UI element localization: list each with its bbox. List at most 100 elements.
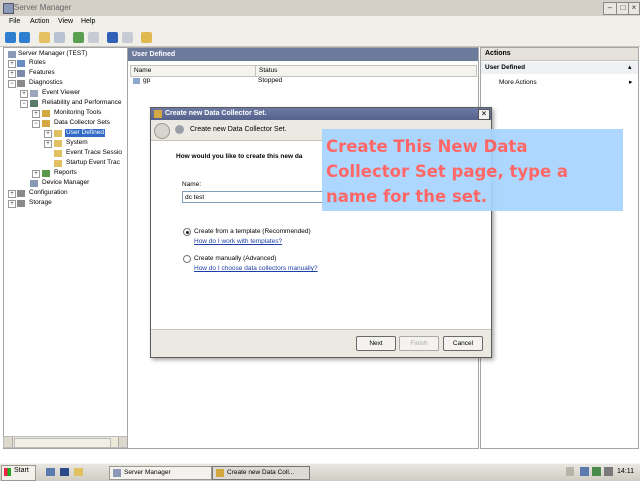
radio-manual[interactable] — [183, 255, 191, 263]
tree-item-startup-event-trace[interactable]: Startup Event Trac — [66, 159, 120, 167]
expand-configuration-icon[interactable]: + — [8, 190, 16, 198]
scroll-right-icon[interactable] — [118, 437, 127, 447]
tree-item-configuration[interactable]: Configuration — [29, 189, 68, 197]
expand-features-icon[interactable]: + — [8, 70, 16, 78]
event-trace-folder-icon — [54, 150, 62, 157]
configuration-icon — [17, 190, 25, 197]
table-row[interactable]: gp Stopped — [130, 77, 475, 86]
clock[interactable]: 14:11 — [617, 468, 634, 475]
collector-set-icon — [133, 78, 140, 84]
tree-item-event-trace-sessions[interactable]: Event Trace Sessio — [66, 149, 122, 157]
diagnostics-icon — [17, 80, 25, 87]
menu-view[interactable]: View — [58, 18, 73, 25]
tree-item-features[interactable]: Features — [29, 69, 55, 77]
tree-item-user-defined[interactable]: User Defined — [65, 129, 105, 137]
reports-icon — [42, 170, 50, 177]
tree-item-reliability[interactable]: Reliability and Performance — [42, 99, 121, 107]
tree-item-system[interactable]: System — [66, 139, 88, 147]
menu-action[interactable]: Action — [30, 18, 49, 25]
up-folder-icon[interactable] — [39, 32, 50, 43]
menu-help[interactable]: Help — [81, 18, 95, 25]
quick-launch-server-manager-icon[interactable] — [46, 468, 55, 476]
scroll-left-icon[interactable] — [4, 437, 13, 447]
tree-item-reports[interactable]: Reports — [54, 169, 77, 177]
startup-trace-folder-icon — [54, 160, 62, 167]
column-header-name[interactable]: Name — [130, 65, 256, 77]
column-header-status[interactable]: Status — [255, 65, 477, 77]
taskbar-item-create-dialog[interactable]: Create new Data Coll... — [212, 466, 310, 480]
help-icon[interactable] — [107, 32, 118, 43]
dialog-close-button[interactable]: × — [478, 109, 490, 120]
row-status: Stopped — [258, 77, 283, 84]
refresh-icon[interactable] — [73, 32, 84, 43]
option-template-label[interactable]: Create from a template (Recommended) — [194, 228, 311, 235]
features-icon — [17, 70, 25, 77]
volume-icon[interactable] — [604, 467, 613, 476]
properties-icon[interactable] — [122, 32, 133, 43]
tree-item-event-viewer[interactable]: Event Viewer — [42, 89, 80, 97]
server-icon — [8, 51, 16, 58]
name-label: Name: — [182, 181, 202, 188]
back-icon[interactable] — [5, 32, 16, 43]
dialog-question: How would you like to create this new da — [176, 153, 303, 160]
toolbar — [0, 29, 640, 47]
finish-button[interactable]: Finish — [399, 336, 439, 351]
menu-file[interactable]: File — [9, 18, 20, 25]
wizard-icon — [175, 125, 184, 134]
system-folder-icon — [54, 140, 62, 147]
more-actions-link[interactable]: More Actions — [499, 79, 537, 86]
dialog-app-icon — [154, 110, 162, 118]
name-input[interactable] — [182, 191, 338, 203]
instruction-callout: Create This New Data Collector Set page,… — [322, 129, 623, 211]
result-pane-title: User Defined — [132, 51, 176, 58]
tree-item-roles[interactable]: Roles — [29, 59, 46, 67]
minimize-button[interactable]: – — [603, 2, 617, 15]
back-arrow-icon[interactable] — [154, 123, 170, 139]
next-button[interactable]: Next — [356, 336, 396, 351]
expand-monitoring-icon[interactable]: + — [32, 110, 40, 118]
tree-item-diagnostics[interactable]: Diagnostics — [29, 79, 63, 87]
quick-launch-powershell-icon[interactable] — [60, 468, 69, 476]
scroll-thumb[interactable] — [14, 438, 111, 448]
collapse-reliability-icon[interactable]: − — [20, 100, 28, 108]
tree-horizontal-scrollbar[interactable] — [3, 436, 128, 448]
roles-icon — [17, 60, 25, 67]
storage-icon — [17, 200, 25, 207]
radio-template[interactable] — [183, 228, 191, 236]
expand-roles-icon[interactable]: + — [8, 60, 16, 68]
callout-text: Create This New Data Collector Set page,… — [326, 137, 569, 206]
expand-reports-icon[interactable]: + — [32, 170, 40, 178]
taskbar: Start Server Manager Create new Data Col… — [0, 463, 640, 481]
forward-icon[interactable] — [19, 32, 30, 43]
tree-item-monitoring-tools[interactable]: Monitoring Tools — [54, 109, 101, 117]
dialog-task-icon — [216, 469, 224, 477]
dialog-title: Create new Data Collector Set. — [165, 110, 267, 117]
link-manual-help[interactable]: How do I choose data collectors manually… — [194, 265, 318, 272]
expand-user-defined-icon[interactable]: + — [44, 130, 52, 138]
close-button[interactable]: × — [628, 2, 640, 15]
expand-event-viewer-icon[interactable]: + — [20, 90, 28, 98]
collapse-diagnostics-icon[interactable]: − — [8, 80, 16, 88]
option-manual-label[interactable]: Create manually (Advanced) — [194, 255, 276, 262]
start-button[interactable]: Start — [1, 465, 36, 481]
collapse-data-collector-sets-icon[interactable]: − — [32, 120, 40, 128]
expand-storage-icon[interactable]: + — [8, 200, 16, 208]
tree-item-server-manager[interactable]: Server Manager (TEST) — [18, 50, 87, 58]
new-collector-icon[interactable] — [141, 32, 152, 43]
security-icon[interactable] — [592, 467, 601, 476]
tree-item-storage[interactable]: Storage — [29, 199, 52, 207]
cancel-button[interactable]: Cancel — [443, 336, 483, 351]
export-list-icon[interactable] — [88, 32, 99, 43]
collapse-section-icon[interactable]: ▴ — [628, 63, 632, 71]
quick-launch-explorer-icon[interactable] — [74, 468, 83, 476]
network-icon[interactable] — [580, 467, 589, 476]
tree-item-data-collector-sets[interactable]: Data Collector Sets — [54, 119, 110, 127]
tray-chevron-icon[interactable] — [566, 467, 574, 476]
reliability-icon — [30, 100, 38, 107]
taskbar-item-server-manager[interactable]: Server Manager — [109, 466, 212, 480]
expand-system-icon[interactable]: + — [44, 140, 52, 148]
tree-item-device-manager[interactable]: Device Manager — [42, 179, 89, 187]
link-templates-help[interactable]: How do I work with templates? — [194, 238, 282, 245]
show-hide-tree-icon[interactable] — [54, 32, 65, 43]
actions-section[interactable]: User Defined ▴ — [481, 62, 638, 74]
